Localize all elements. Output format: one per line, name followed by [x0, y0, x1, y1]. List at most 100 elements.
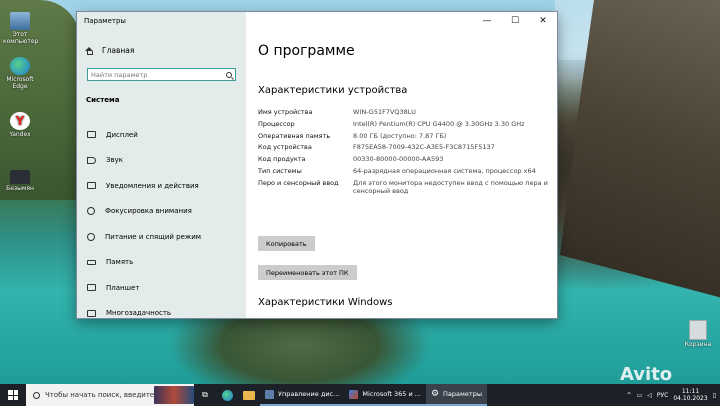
clock[interactable]: 11:11 04.10.2023 — [673, 388, 707, 402]
spec-row: Процессор Intel(R) Pentium(R) CPU G4400 @… — [258, 120, 548, 128]
sidebar-nav-list: Дисплей Звук Уведомления и действия Фоку… — [77, 122, 246, 318]
storage-icon — [87, 259, 96, 265]
settings-search-input[interactable] — [91, 70, 211, 79]
spec-key: Перо и сенсорный ввод — [258, 178, 339, 187]
recycle-bin-icon — [689, 320, 707, 340]
spec-key: Оперативная память — [258, 131, 331, 140]
taskbar-app-label: Microsoft 365 и ... — [362, 390, 421, 398]
spec-row: Перо и сенсорный ввод Для этого монитора … — [258, 179, 548, 196]
moon-icon — [87, 207, 95, 216]
recycle-bin-label: Корзина — [684, 341, 712, 348]
clock-time: 11:11 — [681, 388, 700, 395]
start-button[interactable] — [0, 384, 26, 406]
folder-icon — [243, 390, 255, 400]
search-icon[interactable] — [226, 71, 232, 78]
spec-value: 64-разрядная операционная система, проце… — [353, 166, 536, 175]
desktop-icon-untitled[interactable]: Безымян — [3, 170, 37, 192]
settings-window: Параметры Главная Система Дисплей Звук У… — [77, 12, 557, 318]
sidebar-item-label: Питание и спящий режим — [105, 232, 202, 241]
sidebar-item-focus-assist[interactable]: Фокусировка внимания — [77, 199, 246, 225]
settings-sidebar: Параметры Главная Система Дисплей Звук У… — [77, 12, 246, 318]
chevron-up-icon[interactable]: ^ — [627, 392, 632, 399]
spec-row: Имя устройства WIN-G51F7VQ38LU — [258, 108, 548, 116]
desktop-icon-this-pc[interactable]: Этот компьютер — [3, 12, 39, 45]
speaker-icon — [87, 156, 96, 164]
spec-row: Тип системы 64-разрядная операционная сис… — [258, 167, 548, 175]
desktop-icon-label: Безымян — [6, 185, 34, 192]
taskbar-pinned-explorer[interactable] — [238, 384, 260, 406]
sidebar-item-sound[interactable]: Звук — [77, 148, 246, 174]
device-specs-table: Имя устройства WIN-G51F7VQ38LU Процессор I… — [258, 108, 548, 199]
power-icon — [87, 232, 95, 241]
taskbar-app-disk-management[interactable]: Управление дис... — [260, 384, 345, 406]
settings-content: О программе Характеристики устройства Им… — [246, 12, 557, 318]
shortcut-icon — [10, 170, 30, 184]
sidebar-item-label: Многозадачность — [106, 309, 172, 318]
desktop-icon-edge[interactable]: Microsoft Edge — [3, 57, 37, 90]
desktop-icon-label: Microsoft Edge — [6, 76, 34, 90]
spec-key: Код устройства — [258, 143, 312, 152]
taskbar-app-label: Управление дис... — [278, 390, 340, 398]
spec-value: Intel(R) Pentium(R) CPU G4400 @ 3.30GHz … — [353, 119, 525, 128]
task-view-icon: ⧉ — [202, 390, 208, 399]
taskbar-app-label: Параметры — [443, 390, 482, 398]
sidebar-item-label: Память — [106, 258, 134, 267]
taskbar-app-microsoft-365[interactable]: Microsoft 365 и ... — [344, 384, 426, 406]
settings-search-box[interactable] — [87, 68, 236, 81]
search-highlight-image — [154, 386, 194, 404]
desktop-icon-yandex[interactable]: Y Yandex — [3, 112, 37, 138]
rename-pc-button[interactable]: Переименовать этот ПК — [258, 265, 357, 280]
microsoft-365-icon — [349, 389, 359, 399]
sidebar-item-label: Планшет — [106, 283, 140, 292]
sidebar-item-label: Уведомления и действия — [106, 181, 199, 190]
sidebar-item-tablet[interactable]: Планшет — [77, 275, 246, 301]
clock-date: 04.10.2023 — [673, 395, 708, 402]
sidebar-item-storage[interactable]: Память — [77, 250, 246, 276]
task-view-button[interactable]: ⧉ — [194, 384, 216, 406]
spec-row: Код продукта 00330-80000-00000-AA593 — [258, 155, 548, 163]
taskbar: Чтобы начать поиск, введите ⧉ Управление… — [0, 384, 720, 406]
sidebar-item-home[interactable]: Главная — [85, 46, 134, 55]
search-icon — [33, 391, 40, 399]
language-indicator[interactable]: РУС — [657, 392, 668, 399]
sidebar-section-title: Система — [86, 96, 120, 104]
spec-key: Тип системы — [258, 166, 302, 175]
sidebar-item-label: Дисплей — [106, 130, 138, 139]
disk-management-icon — [265, 389, 274, 399]
sidebar-item-display[interactable]: Дисплей — [77, 122, 246, 148]
page-title: О программе — [258, 43, 355, 59]
sidebar-item-notifications[interactable]: Уведомления и действия — [77, 173, 246, 199]
system-tray: ^ ▭ ◁ РУС 11:11 04.10.2023 ▯ — [627, 384, 716, 406]
spec-key: Имя устройства — [258, 108, 313, 116]
network-icon[interactable]: ▭ — [637, 392, 643, 399]
home-icon — [85, 46, 94, 55]
desktop-icon-recycle-bin[interactable]: Корзина — [680, 320, 716, 348]
sidebar-item-multitasking[interactable]: Многозадачность — [77, 301, 246, 319]
taskbar-search[interactable]: Чтобы начать поиск, введите — [26, 384, 194, 406]
desktop-icon-label: Yandex — [9, 131, 31, 138]
spec-value: F875EA58-7009-432C-A3E5-F3C8715F5137 — [353, 143, 495, 152]
sidebar-item-label: Звук — [106, 156, 123, 165]
spec-value: WIN-G51F7VQ38LU — [353, 108, 416, 116]
multitasking-icon — [87, 309, 96, 317]
taskbar-pinned-edge[interactable] — [216, 384, 238, 406]
volume-icon[interactable]: ◁ — [647, 392, 652, 399]
window-title: Параметры — [84, 17, 126, 25]
desktop-icon-label: Этот компьютер — [3, 31, 39, 45]
sidebar-item-power-sleep[interactable]: Питание и спящий режим — [77, 224, 246, 250]
notifications-icon[interactable]: ▯ — [713, 392, 716, 399]
spec-key: Процессор — [258, 119, 295, 128]
edge-icon — [221, 389, 233, 401]
copy-button[interactable]: Копировать — [258, 236, 315, 251]
spec-row: Оперативная память 8.00 ГБ (доступно: 7.8… — [258, 132, 548, 140]
notifications-icon — [87, 182, 96, 190]
device-specs-heading: Характеристики устройства — [258, 85, 408, 96]
sidebar-item-label: Главная — [102, 46, 135, 55]
edge-icon — [10, 57, 30, 75]
taskbar-app-settings[interactable]: ⚙ Параметры — [425, 384, 487, 406]
spec-value: 00330-80000-00000-AA593 — [353, 155, 444, 164]
yandex-icon: Y — [10, 112, 30, 130]
windows-logo-icon — [8, 390, 18, 400]
windows-specs-heading: Характеристики Windows — [258, 297, 393, 308]
taskbar-search-text: Чтобы начать поиск, введите — [45, 391, 155, 399]
